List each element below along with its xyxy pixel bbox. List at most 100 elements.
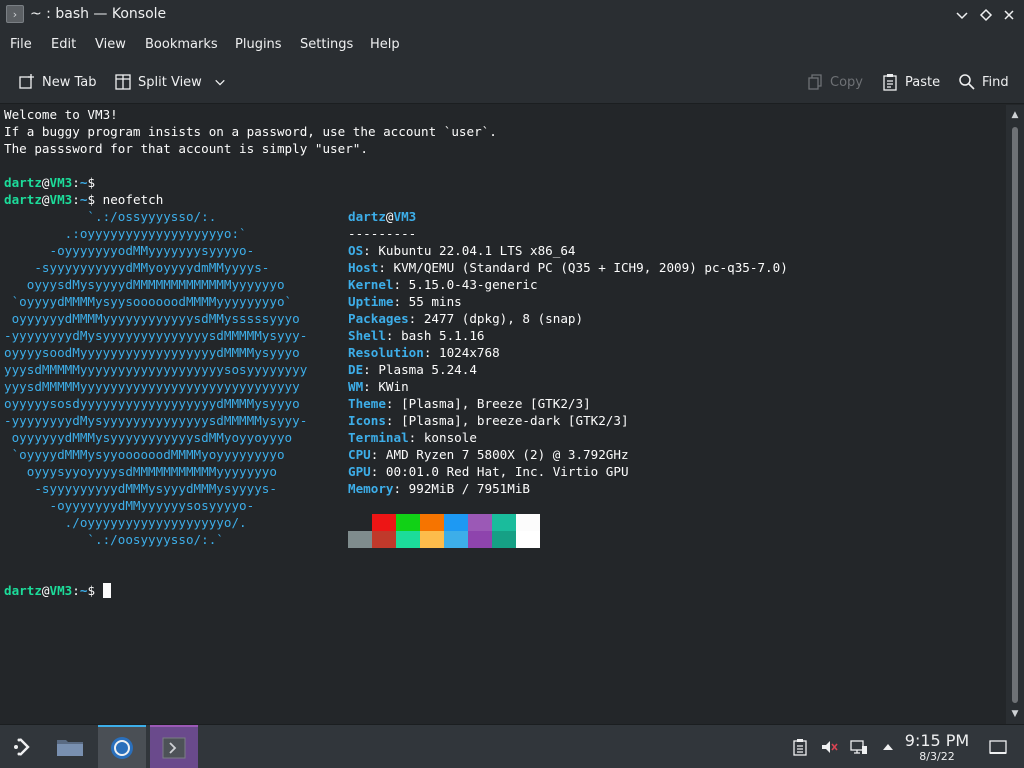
logo-line: oyyyyyydMMMMyyyyyyyyyyyysdMMysssssyyyo	[4, 311, 300, 326]
konsole-app-icon[interactable]: ›	[6, 5, 24, 23]
info-header: dartz@VM3	[348, 208, 416, 225]
split-view-button[interactable]: Split View	[114, 72, 232, 92]
close-button[interactable]	[999, 5, 1019, 25]
info-line: Icons: [Plasma], breeze-dark [GTK2/3]	[348, 412, 629, 429]
info-key: CPU	[348, 447, 371, 462]
info-host: VM3	[393, 209, 417, 224]
clipboard-icon[interactable]	[790, 737, 810, 757]
terminal-scrollbar[interactable]: ▲ ▼	[1006, 105, 1024, 724]
task-dolphin[interactable]	[46, 725, 94, 768]
search-icon	[959, 74, 975, 90]
info-value: konsole	[423, 430, 477, 445]
task-chromium[interactable]	[98, 725, 146, 768]
info-colon: :	[378, 260, 394, 275]
minimize-button[interactable]	[952, 5, 972, 25]
menu-plugins[interactable]: Plugins	[235, 37, 282, 52]
logo-line: ./oyyyyyyyyyyyyyyyyyyo/.	[4, 515, 247, 530]
logo-line: yyysdMMMMMyyyyyyyyyyyyyyyyyyyyyyyyyyyyy	[4, 379, 300, 394]
info-value: 992MiB / 7951MiB	[408, 481, 530, 496]
color-swatch	[516, 531, 540, 548]
clock-time[interactable]: 9:15 PM	[904, 731, 970, 750]
logo-line: oyyysdMysyyyydMMMMMMMMMMMMMyyyyyyo	[4, 277, 285, 292]
welcome-line: If a buggy program insists on a password…	[4, 124, 497, 139]
info-value: AMD Ryzen 7 5800X (2) @ 3.792GHz	[385, 447, 629, 462]
info-key: Icons	[348, 413, 386, 428]
info-key: DE	[348, 362, 364, 377]
copy-label: Copy	[830, 74, 863, 90]
info-key: Terminal	[348, 430, 409, 445]
show-desktop-icon[interactable]	[988, 737, 1008, 757]
info-line: Terminal: konsole	[348, 429, 477, 446]
kde-launcher-icon	[14, 738, 30, 756]
prompt-line: dartz@VM3:~$ neofetch	[4, 191, 163, 208]
menu-help[interactable]: Help	[370, 37, 400, 52]
color-swatch	[396, 531, 420, 548]
network-icon[interactable]	[849, 737, 869, 757]
prompt-symbol: $	[87, 583, 103, 598]
info-colon: :	[363, 362, 379, 377]
color-swatch	[420, 514, 444, 531]
info-line: Kernel: 5.15.0-43-generic	[348, 276, 538, 293]
menu-bar: File Edit View Bookmarks Plugins Setting…	[0, 30, 1024, 60]
color-swatch	[372, 531, 396, 548]
info-at: @	[385, 209, 394, 224]
terminal-view[interactable]: Welcome to VM3! If a buggy program insis…	[0, 105, 1006, 724]
info-value: 00:01.0 Red Hat, Inc. Virtio GPU	[385, 464, 629, 479]
info-value: [Plasma], Breeze [GTK2/3]	[401, 396, 591, 411]
color-swatch	[468, 531, 492, 548]
info-colon: :	[408, 430, 424, 445]
expand-tray-icon[interactable]	[878, 737, 898, 757]
menu-view[interactable]: View	[95, 37, 126, 52]
info-value: Kubuntu 22.04.1 LTS x86_64	[378, 243, 576, 258]
info-value: 1024x768	[439, 345, 500, 360]
toolbar: New Tab Split View Copy Paste Find	[0, 60, 1024, 104]
info-line: Shell: bash 5.1.16	[348, 327, 485, 344]
color-palette-top	[348, 514, 540, 531]
terminal-icon	[162, 737, 186, 759]
scroll-up-icon[interactable]: ▲	[1010, 110, 1020, 120]
prompt-line: dartz@VM3:~$	[4, 174, 103, 191]
command-text: neofetch	[102, 192, 164, 207]
info-value: 55 mins	[408, 294, 462, 309]
color-swatch	[516, 514, 540, 531]
info-key: Memory	[348, 481, 394, 496]
new-tab-button[interactable]: New Tab	[18, 72, 97, 92]
application-launcher[interactable]	[0, 725, 48, 768]
info-key: Kernel	[348, 277, 394, 292]
logo-line: oyyyysoodMyyyyyyyyyyyyyyyyyydMMMMysyyyo	[4, 345, 300, 360]
info-key: OS	[348, 243, 364, 258]
logo-line: .:oyyyyyyyyyyyyyyyyyyo:`	[4, 226, 247, 241]
info-line: Theme: [Plasma], Breeze [GTK2/3]	[348, 395, 591, 412]
menu-bookmarks[interactable]: Bookmarks	[145, 37, 218, 52]
info-line: GPU: 00:01.0 Red Hat, Inc. Virtio GPU	[348, 463, 629, 480]
paste-button[interactable]: Paste	[881, 72, 940, 92]
scroll-down-icon[interactable]: ▼	[1010, 709, 1020, 719]
volume-muted-icon[interactable]	[819, 737, 839, 757]
chevron-down-icon[interactable]	[214, 76, 226, 88]
maximize-button[interactable]	[976, 5, 996, 25]
info-line: Host: KVM/QEMU (Standard PC (Q35 + ICH9,…	[348, 259, 788, 276]
menu-settings[interactable]: Settings	[300, 37, 353, 52]
info-colon: :	[385, 413, 402, 428]
welcome-line: The passsword for that account is simply…	[4, 141, 368, 156]
find-button[interactable]: Find	[958, 72, 1009, 92]
new-tab-icon	[19, 74, 34, 89]
prompt-line: dartz@VM3:~$	[4, 582, 111, 599]
taskbar: 9:15 PM 8/3/22	[0, 724, 1024, 768]
task-konsole[interactable]	[150, 725, 198, 768]
menu-edit[interactable]: Edit	[51, 37, 76, 52]
info-colon: :	[393, 277, 409, 292]
info-key: Resolution	[348, 345, 424, 360]
menu-file[interactable]: File	[10, 37, 32, 52]
info-line: CPU: AMD Ryzen 7 5800X (2) @ 3.792GHz	[348, 446, 629, 463]
clock-date[interactable]: 8/3/22	[904, 750, 970, 763]
info-colon: :	[370, 447, 386, 462]
copy-button[interactable]: Copy	[806, 72, 863, 92]
copy-icon	[808, 74, 822, 90]
logo-line: -yyyyyyyydMysyyyyyyyyyyyyyysdMMMMMysyyy-	[4, 328, 308, 343]
scrollbar-thumb[interactable]	[1012, 127, 1018, 703]
diamond-icon	[979, 8, 993, 22]
info-key: Uptime	[348, 294, 394, 309]
logo-line: yyysdMMMMMyyyyyyyyyyyyyyyyyyysosyyyyyyyy	[4, 362, 308, 377]
prompt-host: VM3	[49, 583, 73, 598]
